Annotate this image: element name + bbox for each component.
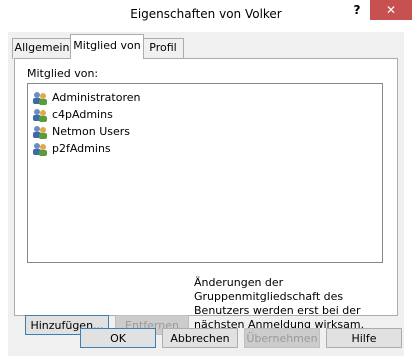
group-name: Netmon Users [52,125,131,138]
dialog-client-area: Allgemein Mitglied von Profil Mitglied v… [8,32,404,356]
group-name: p2fAdmins [52,142,111,155]
list-item[interactable]: p2fAdmins [32,141,111,157]
help-question-button[interactable]: ? [344,0,370,20]
list-item[interactable]: Administratoren [32,90,140,106]
help-button[interactable]: Hilfe [326,328,402,348]
close-button[interactable]: ✕ [370,0,412,20]
group-name: c4pAdmins [52,108,113,121]
apply-button[interactable]: Übernehmen [244,328,320,348]
group-icon [33,126,47,139]
properties-dialog: Eigenschaften von Volker ? ✕ Allgemein M… [0,0,412,364]
member-of-list[interactable]: Administratoren c4pAdmins Netmon Users p… [27,83,383,263]
ok-button[interactable]: OK [80,328,156,348]
cancel-button[interactable]: Abbrechen [162,328,238,348]
list-item[interactable]: c4pAdmins [32,107,113,123]
tab-mitglied-von[interactable]: Mitglied von [70,34,144,59]
tab-profil[interactable]: Profil [142,38,184,59]
member-of-label: Mitglied von: [27,67,99,80]
title-bar[interactable]: Eigenschaften von Volker ? ✕ [0,0,412,32]
list-item[interactable]: Netmon Users [32,124,130,140]
group-icon [33,143,47,156]
tab-allgemein[interactable]: Allgemein [12,38,72,59]
group-icon [33,109,47,122]
membership-note: Änderungen der Gruppenmitgliedschaft des… [194,276,365,331]
group-name: Administratoren [52,91,141,104]
group-icon [33,92,47,105]
